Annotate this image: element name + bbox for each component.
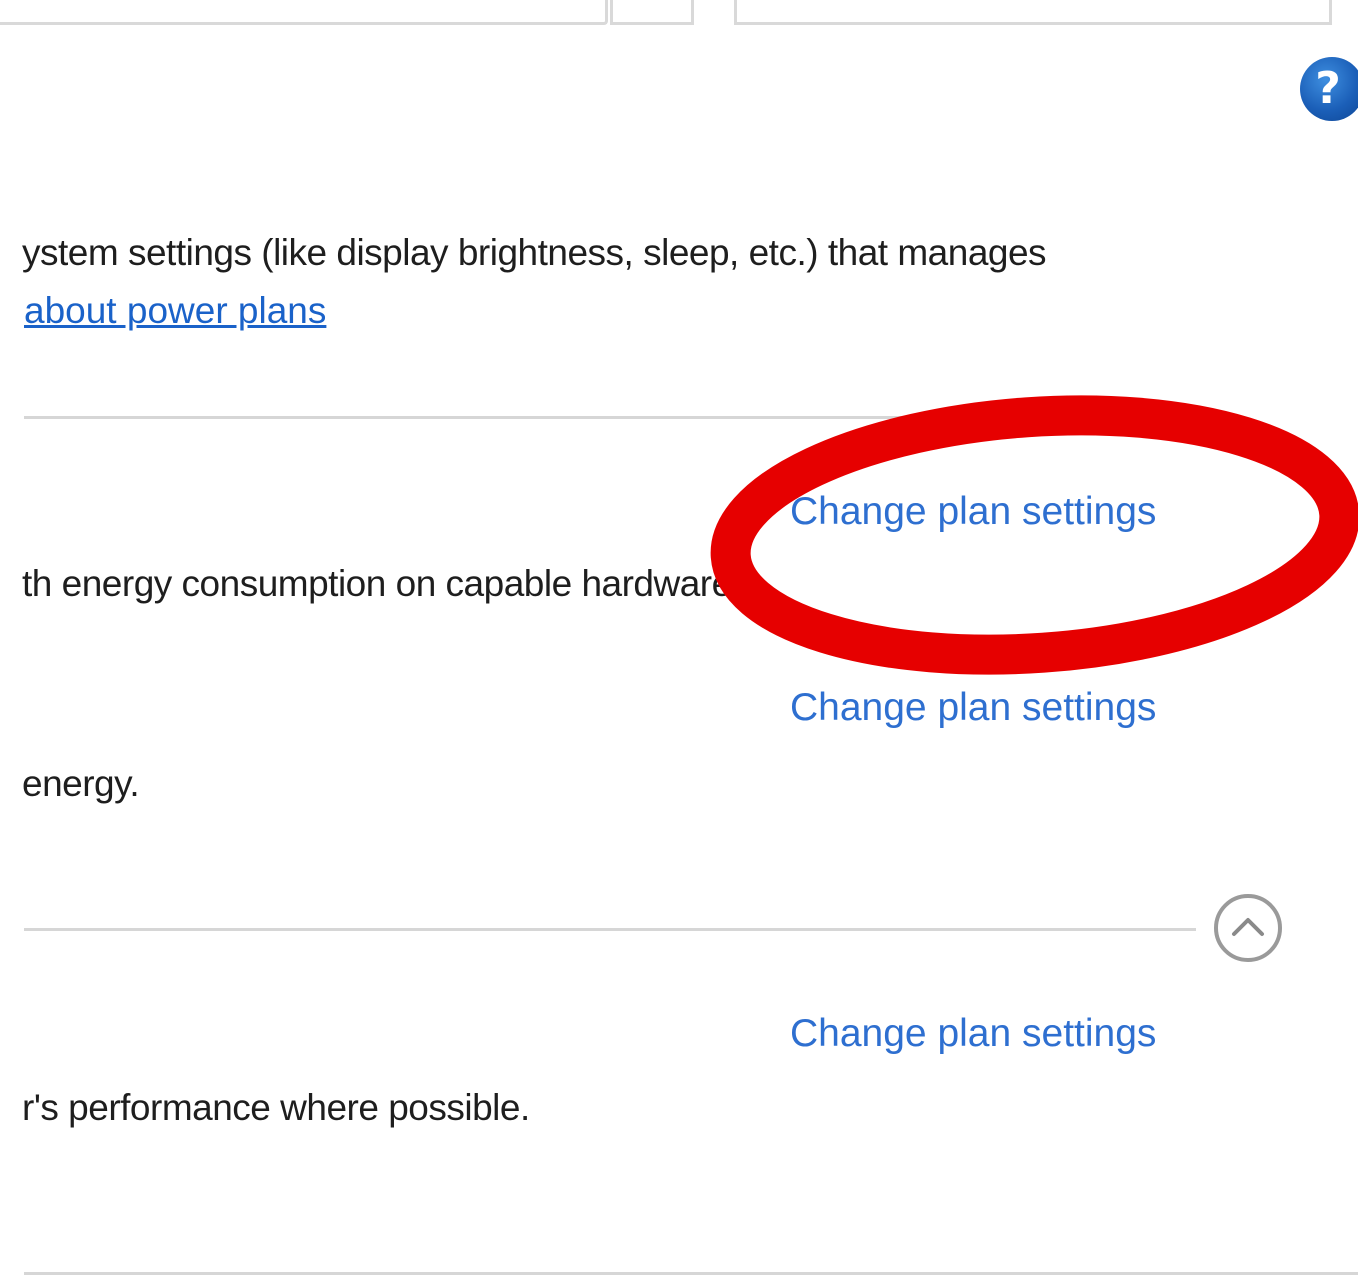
- additional-plans-divider: [24, 928, 1196, 931]
- intro-text: ystem settings (like display brightness,…: [22, 232, 1047, 273]
- section-divider: [24, 416, 1204, 419]
- change-plan-settings-link-3[interactable]: Change plan settings: [790, 1012, 1156, 1056]
- refresh-button[interactable]: [610, 0, 694, 25]
- plan-description-3: r's performance where possible.: [22, 1087, 530, 1128]
- change-plan-settings-link-2[interactable]: Change plan settings: [790, 686, 1156, 730]
- plan-description-2: energy.: [22, 763, 140, 804]
- address-bar[interactable]: [0, 0, 608, 25]
- search-box[interactable]: [734, 0, 1332, 25]
- power-options-window: ? ystem settings (like display brightnes…: [0, 0, 1358, 1280]
- change-plan-settings-link-1[interactable]: Change plan settings: [790, 490, 1156, 534]
- plan-description-1: th energy consumption on capable hardwar…: [22, 563, 742, 604]
- bottom-divider: [24, 1272, 1358, 1275]
- help-question-icon[interactable]: ?: [1300, 57, 1358, 121]
- chevron-up-circle-icon[interactable]: [1214, 894, 1282, 962]
- learn-about-power-plans-link[interactable]: about power plans: [24, 290, 326, 332]
- red-highlight-ellipse: [710, 395, 1358, 675]
